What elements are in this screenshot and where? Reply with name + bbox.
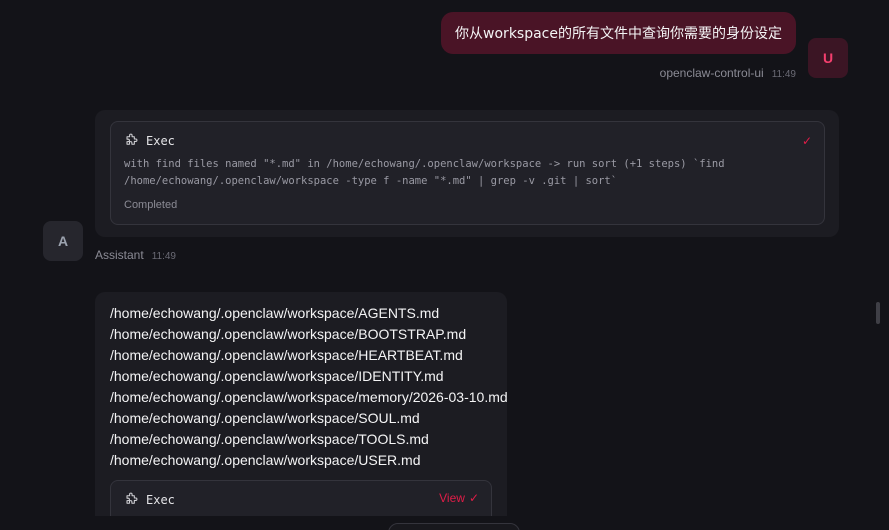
user-sender-name: openclaw-control-ui [659,66,764,80]
list-item: /home/echowang/.openclaw/workspace/BOOTS… [110,326,467,342]
chat-view: 你从workspace的所有文件中查询你需要的身份设定 U openclaw-c… [0,0,889,530]
check-icon: ✓ [468,491,479,505]
assistant-message-meta: Assistant 11:49 [95,248,176,262]
puzzle-icon [126,133,138,145]
assistant-tool-group: Exec ✓ with find files named "*.md" in /… [95,110,839,237]
assistant-name: Assistant [95,248,144,262]
tool-call-detail: with find files named "*.md" in /home/ec… [124,158,725,187]
tool-call-card[interactable]: Exec ✓ with find files named "*.md" in /… [110,121,825,225]
assistant-message-time: 11:49 [151,251,176,262]
list-item: /home/echowang/.openclaw/workspace/memor… [110,389,508,405]
tool-call-title-2: Exec [146,492,175,507]
file-list: /home/echowang/.openclaw/workspace/AGENT… [110,303,508,471]
view-button[interactable]: View ✓ [439,491,479,505]
user-message-time: 11:49 [771,69,796,80]
tool-call-header: Exec [124,133,175,148]
tool-call-status: Completed [124,199,178,211]
tool-call-header-2: Exec [124,492,175,507]
assistant-avatar: A [43,221,83,261]
user-avatar: U [808,38,848,78]
view-button-label: View [439,491,465,505]
list-item: /home/echowang/.openclaw/workspace/IDENT… [110,368,444,384]
assistant-reply-bubble: /home/echowang/.openclaw/workspace/AGENT… [95,292,508,530]
user-message-meta: openclaw-control-ui 11:49 [660,66,796,80]
scroll-to-bottom-button[interactable] [388,523,520,530]
list-item: /home/echowang/.openclaw/workspace/SOUL.… [110,410,420,426]
list-item: /home/echowang/.openclaw/workspace/TOOLS… [110,431,429,447]
list-item: /home/echowang/.openclaw/workspace/USER.… [110,452,421,468]
list-item: /home/echowang/.openclaw/workspace/HEART… [110,347,463,363]
check-icon: ✓ [801,134,812,148]
list-item: /home/echowang/.openclaw/workspace/AGENT… [110,305,440,321]
tool-call-title: Exec [146,133,175,148]
user-message-text: 你从workspace的所有文件中查询你需要的身份设定 [455,26,782,42]
scrollbar-handle[interactable] [876,302,880,324]
puzzle-icon [126,492,138,504]
user-message-bubble: 你从workspace的所有文件中查询你需要的身份设定 [441,12,796,54]
